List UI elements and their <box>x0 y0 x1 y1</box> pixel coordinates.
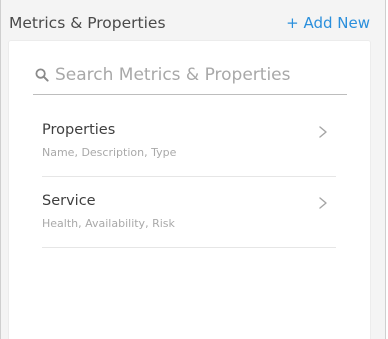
search-icon <box>35 68 49 82</box>
list-item-subtitle: Name, Description, Type <box>42 146 177 159</box>
list-item-properties[interactable]: Properties Name, Description, Type <box>42 107 336 177</box>
chevron-right-icon <box>319 197 327 209</box>
metrics-card: Properties Name, Description, Type Servi… <box>8 40 371 339</box>
chevron-right-icon <box>319 126 327 138</box>
search-input[interactable] <box>55 61 345 89</box>
list-item-service[interactable]: Service Health, Availability, Risk <box>42 178 336 248</box>
metrics-properties-panel: Metrics & Properties + Add New Propertie… <box>0 0 386 339</box>
list-item-title: Properties <box>42 122 116 138</box>
search-field[interactable] <box>33 59 347 95</box>
list-item-title: Service <box>42 193 96 209</box>
panel-header: Metrics & Properties + Add New <box>1 0 385 40</box>
list-item-subtitle: Health, Availability, Risk <box>42 217 175 230</box>
add-new-button[interactable]: + Add New <box>286 14 370 32</box>
panel-title: Metrics & Properties <box>9 14 166 32</box>
